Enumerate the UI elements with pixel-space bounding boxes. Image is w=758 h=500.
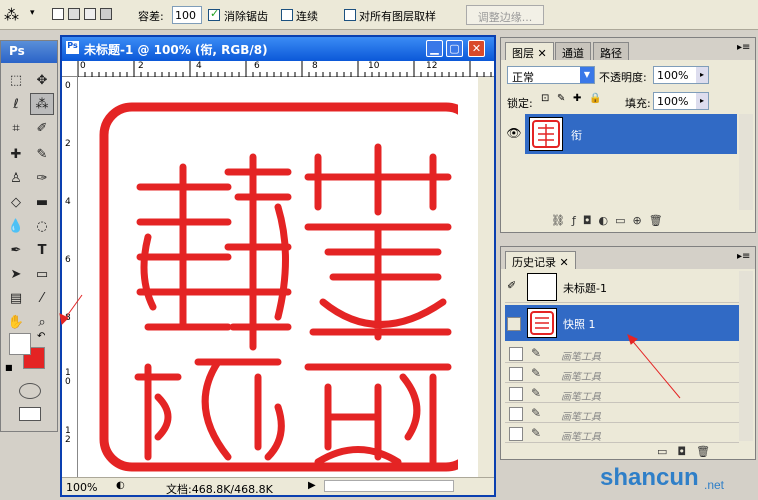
foreground-color-swatch[interactable] bbox=[9, 333, 31, 355]
watermark-logo: shancun .net bbox=[600, 464, 725, 492]
annotation-arrows bbox=[59, 294, 681, 399]
